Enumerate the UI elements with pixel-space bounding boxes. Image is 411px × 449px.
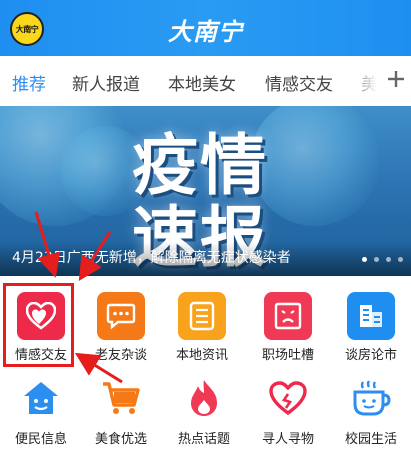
grid-label: 本地资讯 [175, 348, 228, 363]
carousel-indicator [362, 257, 403, 262]
grid-label: 寻人寻物 [261, 432, 314, 447]
carousel-dot[interactable] [374, 257, 379, 262]
chat-bubble-icon [97, 292, 145, 340]
grid-item-lost-found[interactable]: 寻人寻物 [247, 366, 329, 447]
house-smile-icon [17, 374, 65, 422]
tab-local-beauty[interactable]: 本地美女 [168, 70, 236, 95]
grid-label: 美食优选 [94, 432, 147, 447]
tab-dating[interactable]: 情感交友 [265, 70, 333, 95]
grid-item-convenience[interactable]: 便民信息 [0, 366, 82, 447]
grid-item-hot-topics[interactable]: 热点话题 [163, 366, 245, 447]
grid-label: 校园生活 [344, 432, 397, 447]
heart-outline-icon [264, 374, 312, 422]
grid-item-food[interactable]: 美食优选 [80, 366, 162, 447]
banner-carousel[interactable]: 疫情 速报 4月23日广西无新增，解除隔离无症状感染者 [0, 106, 411, 276]
tab-newcomer[interactable]: 新人报道 [72, 70, 140, 95]
building-icon [347, 292, 395, 340]
carousel-dot[interactable] [362, 257, 367, 262]
carousel-dot[interactable] [398, 257, 403, 262]
coffee-cup-icon [347, 374, 395, 422]
banner-caption: 4月23日广西无新增，解除隔离无症状感染者 [12, 250, 291, 266]
sad-face-icon [264, 292, 312, 340]
grid-label: 职场吐槽 [261, 348, 314, 363]
news-list-icon [178, 292, 226, 340]
annotation-highlight-box [3, 283, 74, 367]
flame-icon [180, 374, 228, 422]
carousel-dot[interactable] [386, 257, 391, 262]
tab-fade [345, 56, 385, 106]
grid-label: 热点话题 [177, 432, 230, 447]
category-tabs: 推荐 新人报道 本地美女 情感交友 美 [0, 56, 411, 106]
grid-item-campus[interactable]: 校园生活 [330, 366, 411, 447]
shopping-cart-icon [97, 374, 145, 422]
tab-recommend[interactable]: 推荐 [12, 70, 46, 95]
grid-item-housing[interactable]: 谈房论市 [330, 282, 411, 363]
grid-item-local-news[interactable]: 本地资讯 [161, 282, 243, 363]
grid-item-workplace[interactable]: 职场吐槽 [247, 282, 329, 363]
grid-label: 老友杂谈 [94, 348, 147, 363]
grid-label: 谈房论市 [344, 348, 397, 363]
virus-decoration-icon [250, 106, 380, 226]
grid-item-chat[interactable]: 老友杂谈 [80, 282, 162, 363]
app-title: 大南宁 [168, 18, 243, 46]
grid-label: 便民信息 [14, 432, 67, 447]
add-tab-icon[interactable] [385, 68, 407, 90]
app-header: 大南宁 大南宁 [0, 0, 411, 56]
